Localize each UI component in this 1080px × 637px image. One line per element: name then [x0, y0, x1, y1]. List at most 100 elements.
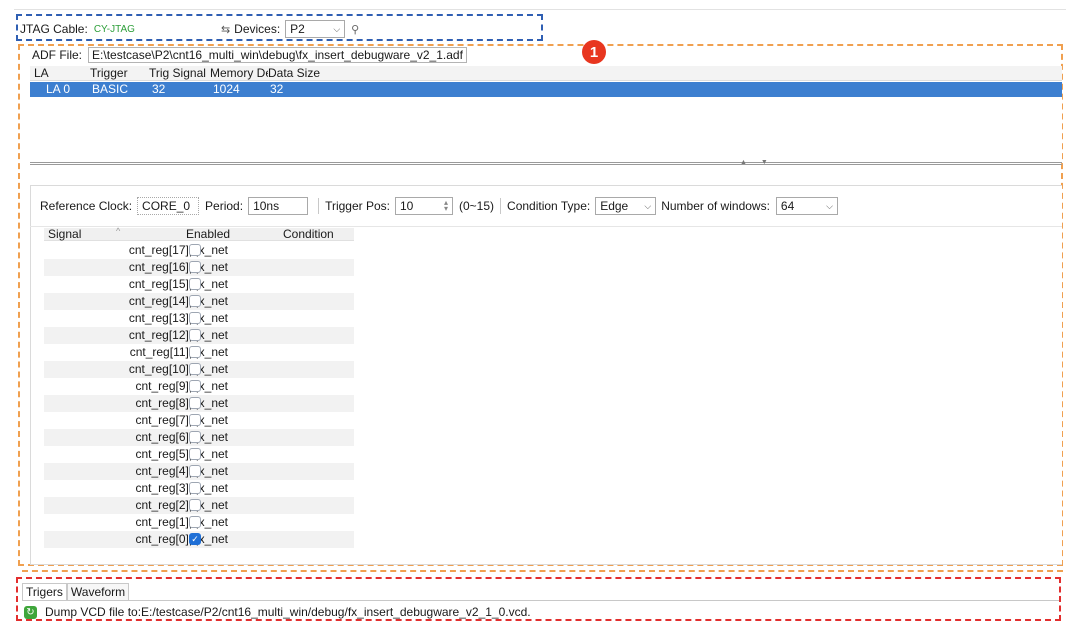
trigger-pos-value: 10	[400, 199, 414, 213]
pane-splitter[interactable]	[30, 162, 1062, 165]
enabled-checkbox[interactable]	[189, 380, 201, 392]
log-line: ↻ Dump VCD file to:E:/testcase/P2/cnt16_…	[24, 604, 531, 620]
signal-table-header: Signal ^ Enabled Condition	[44, 226, 354, 241]
table-row[interactable]: cnt_reg[11]|qx_net	[44, 344, 354, 361]
table-row[interactable]: cnt_reg[7]|qx_net	[44, 412, 354, 429]
la-col-memory[interactable]: Memory Dep	[210, 66, 268, 81]
period-field[interactable]: 10ns	[248, 197, 309, 215]
top-divider	[14, 9, 1066, 10]
enabled-checkbox[interactable]	[189, 431, 201, 443]
enabled-checkbox[interactable]	[189, 329, 201, 341]
signal-col-enabled[interactable]: Enabled	[186, 227, 230, 241]
table-row[interactable]: cnt_reg[10]|qx_net	[44, 361, 354, 378]
trigger-pos-label: Trigger Pos:	[325, 199, 390, 213]
tab-divider	[22, 600, 1059, 601]
sort-caret-icon: ^	[116, 226, 121, 236]
la-table-row[interactable]: LA 0 BASIC 32 1024 32	[30, 82, 1062, 97]
signal-col-signal[interactable]: Signal	[48, 227, 81, 241]
signal-name: cnt_reg[3]|qx_net	[135, 481, 228, 495]
enabled-checkbox[interactable]	[189, 465, 201, 477]
enabled-checkbox[interactable]	[189, 482, 201, 494]
splitter-handle-icon[interactable]: ▲▼	[740, 159, 782, 166]
reference-clock-field[interactable]: CORE_0	[137, 197, 200, 215]
la-col-la[interactable]: LA	[34, 66, 49, 81]
enabled-checkbox[interactable]: ✓	[189, 533, 201, 545]
enabled-checkbox[interactable]	[189, 363, 201, 375]
enabled-checkbox[interactable]	[189, 499, 201, 511]
table-row[interactable]: cnt_reg[17]|qx_net	[44, 242, 354, 259]
signal-name: cnt_reg[12]|qx_net	[128, 328, 228, 342]
enabled-checkbox[interactable]	[189, 448, 201, 460]
enabled-checkbox[interactable]	[189, 312, 201, 324]
signal-name: cnt_reg[8]|qx_net	[135, 396, 228, 410]
windows-select[interactable]: 64 ⌵	[775, 197, 838, 215]
enabled-checkbox[interactable]	[189, 261, 201, 273]
trigger-pos-spinner[interactable]: 10 ▴ ▾	[395, 197, 453, 215]
la-cell-trig-signal: 32	[152, 82, 166, 96]
table-row[interactable]: cnt_reg[16]|qx_net	[44, 259, 354, 276]
annotation-box-jtag	[16, 14, 543, 41]
table-row[interactable]: cnt_reg[13]|qx_net	[44, 310, 354, 327]
enabled-checkbox[interactable]	[189, 346, 201, 358]
signal-name: cnt_reg[6]|qx_net	[135, 430, 228, 444]
windows-value: 64	[780, 199, 795, 213]
separator	[318, 198, 320, 214]
table-row[interactable]: cnt_reg[5]|qx_net	[44, 446, 354, 463]
signal-name: cnt_reg[16]|qx_net	[128, 260, 228, 274]
signal-name: cnt_reg[4]|qx_net	[135, 464, 228, 478]
signal-name: cnt_reg[13]|qx_net	[128, 311, 228, 325]
signal-name: cnt_reg[10]|qx_net	[128, 362, 228, 376]
signal-name: cnt_reg[11]|qx_net	[129, 345, 228, 359]
config-divider	[30, 226, 1062, 227]
log-message: Dump VCD file to:E:/testcase/P2/cnt16_mu…	[45, 605, 531, 619]
table-row[interactable]: cnt_reg[8]|qx_net	[44, 395, 354, 412]
separator	[500, 198, 502, 214]
table-row[interactable]: cnt_reg[15]|qx_net	[44, 276, 354, 293]
enabled-checkbox[interactable]	[189, 295, 201, 307]
enabled-checkbox[interactable]	[189, 414, 201, 426]
signal-name: cnt_reg[2]|qx_net	[135, 498, 228, 512]
trigger-config-row: Reference Clock: CORE_0 Period: 10ns Tri…	[40, 196, 838, 216]
table-row[interactable]: cnt_reg[1]|qx_net	[44, 514, 354, 531]
table-row[interactable]: cnt_reg[14]|qx_net	[44, 293, 354, 310]
chevron-down-icon: ⌵	[644, 200, 652, 211]
bottom-tabs: Trigers Waveform	[22, 583, 130, 600]
signal-col-condition[interactable]: Condition	[283, 227, 334, 241]
table-row[interactable]: cnt_reg[2]|qx_net	[44, 497, 354, 514]
la-col-trig-signal[interactable]: Trig Signal	[149, 66, 206, 81]
spinner-arrows-icon[interactable]: ▴ ▾	[444, 199, 448, 213]
success-icon: ↻	[24, 605, 37, 619]
condition-type-label: Condition Type:	[507, 199, 591, 213]
la-table-header: LA Trigger Trig Signal Memory Dep Data S…	[30, 66, 1062, 81]
adf-file-label: ADF File:	[32, 48, 83, 62]
signal-name: cnt_reg[15]|qx_net	[128, 277, 228, 291]
chevron-down-icon: ⌵	[826, 200, 833, 211]
la-cell-la: LA 0	[46, 82, 71, 96]
table-row[interactable]: cnt_reg[12]|qx_net	[44, 327, 354, 344]
table-row[interactable]: cnt_reg[6]|qx_net	[44, 429, 354, 446]
enabled-checkbox[interactable]	[189, 516, 201, 528]
callout-badge-1: 1	[582, 40, 606, 64]
signal-name: cnt_reg[17]|qx_net	[128, 243, 228, 257]
tab-waveform[interactable]: Waveform	[66, 583, 130, 600]
la-cell-data-size: 32	[270, 82, 284, 96]
table-row[interactable]: cnt_reg[3]|qx_net	[44, 480, 354, 497]
table-row[interactable]: cnt_reg[0]|qx_net ✓	[44, 531, 354, 548]
enabled-checkbox[interactable]	[189, 397, 201, 409]
reference-clock-label: Reference Clock:	[40, 199, 133, 213]
period-label: Period:	[205, 199, 244, 213]
trigger-pos-range: (0~15)	[459, 199, 495, 213]
enabled-checkbox[interactable]	[189, 278, 201, 290]
table-row[interactable]: cnt_reg[4]|qx_net	[44, 463, 354, 480]
la-col-data-size[interactable]: Data Size	[268, 66, 320, 81]
la-col-trigger[interactable]: Trigger	[90, 66, 128, 81]
tab-trigers[interactable]: Trigers	[22, 583, 67, 600]
signal-name: cnt_reg[5]|qx_net	[135, 447, 228, 461]
condition-type-value: Edge	[600, 199, 629, 213]
signal-name: cnt_reg[0]|qx_net	[135, 532, 228, 546]
la-cell-memory: 1024	[213, 82, 240, 96]
enabled-checkbox[interactable]	[189, 244, 201, 256]
condition-type-select[interactable]: Edge ⌵	[595, 197, 657, 215]
table-row[interactable]: cnt_reg[9]|qx_net	[44, 378, 354, 395]
adf-file-path[interactable]: E:\testcase\P2\cnt16_multi_win\debug\fx_…	[88, 47, 467, 63]
